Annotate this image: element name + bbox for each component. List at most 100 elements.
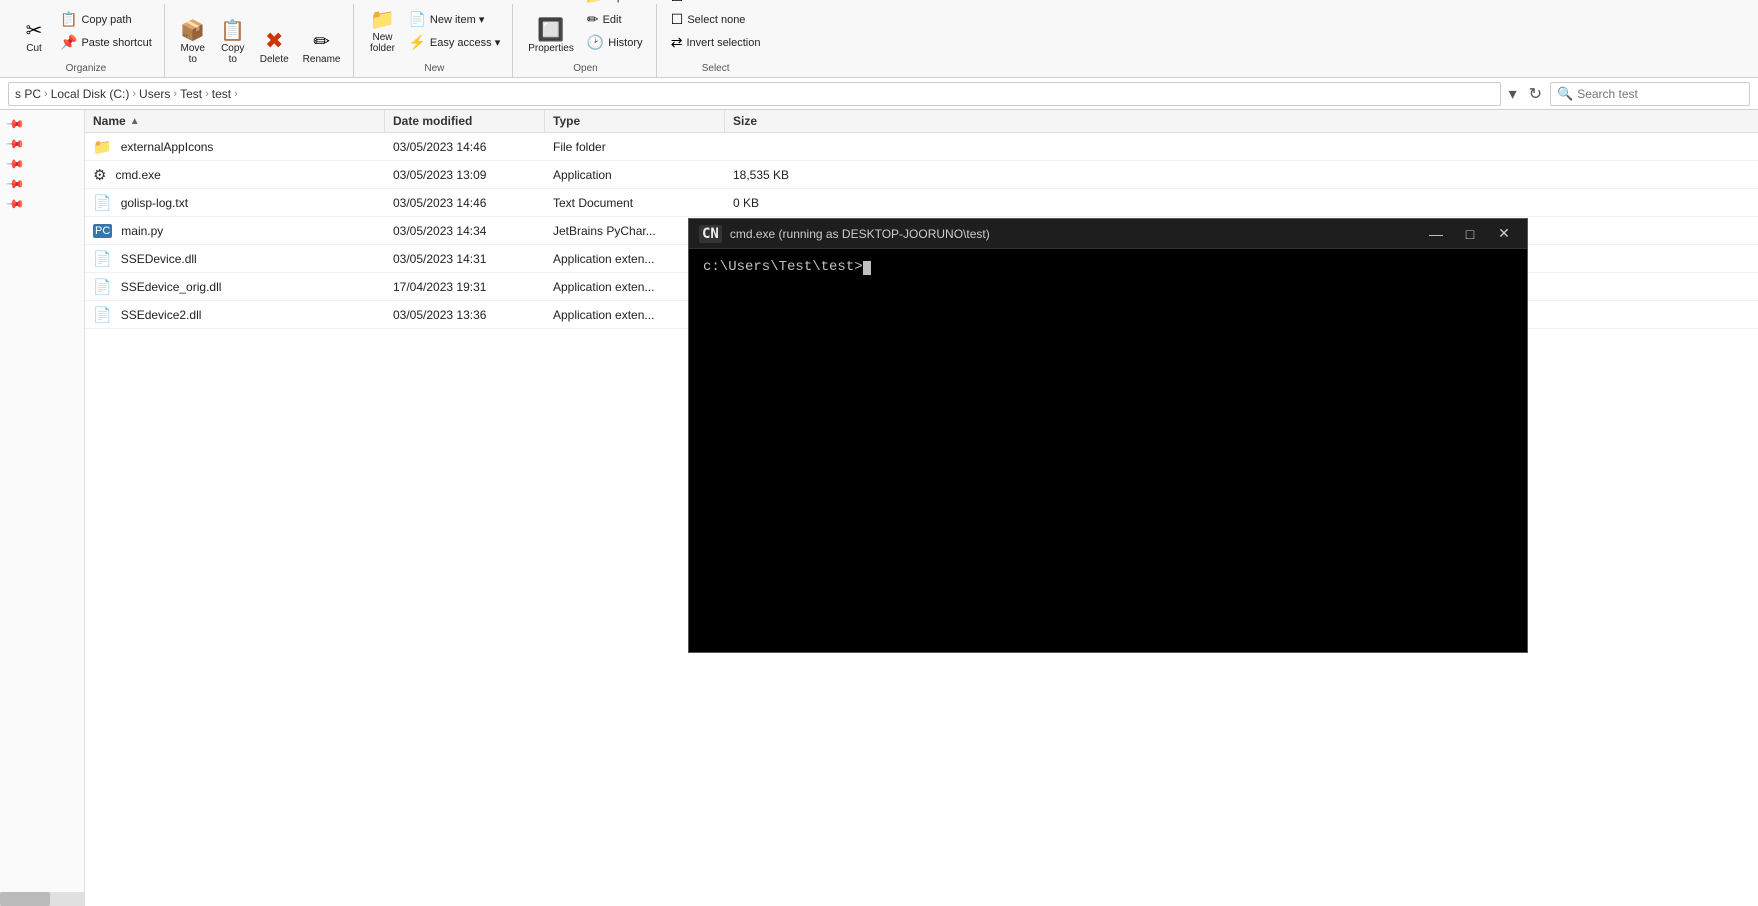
search-box[interactable]: 🔍 — [1550, 82, 1750, 106]
move-to-label: Moveto — [181, 43, 205, 65]
select-none-icon: ☐ — [671, 11, 684, 28]
move-to-icon: 📦 — [180, 21, 205, 41]
dll-icon-ssedevice-orig: 📄 — [93, 278, 112, 296]
easy-access-label: Easy access ▾ — [430, 36, 500, 49]
pin-icon-5: 📌 — [5, 194, 25, 214]
sort-arrow-name: ▲ — [130, 116, 140, 127]
file-name-externalAppIcons: 📁 externalAppIcons — [85, 136, 385, 158]
move-to-button[interactable]: 📦 Moveto — [175, 18, 211, 68]
search-input[interactable] — [1577, 87, 1743, 101]
nav-pin-3[interactable]: 📌 — [0, 154, 84, 174]
pin-icon-2: 📌 — [5, 134, 25, 154]
copy-path-icon: 📋 — [60, 11, 77, 28]
copy-to-button[interactable]: 📋 Copyto — [215, 18, 251, 68]
cut-button[interactable]: ✂ Cut — [16, 18, 52, 57]
nav-scrollbar-thumb[interactable] — [0, 892, 50, 906]
nav-scrollbar-track[interactable] — [0, 892, 85, 906]
file-date-ssedevice-orig: 17/04/2023 19:31 — [385, 278, 545, 296]
delete-label: Delete — [260, 54, 289, 65]
edit-icon: ✏ — [587, 11, 599, 28]
select-all-button[interactable]: ☑ Select all — [667, 0, 765, 7]
cmd-close-button[interactable]: ✕ — [1491, 224, 1517, 244]
pin-icon-1: 📌 — [5, 114, 25, 134]
file-row-golisp[interactable]: 📄 golisp-log.txt 03/05/2023 14:46 Text D… — [85, 189, 1758, 217]
breadcrumb-test2: test — [212, 87, 231, 101]
search-icon: 🔍 — [1557, 86, 1573, 102]
file-row-externalAppIcons[interactable]: 📁 externalAppIcons 03/05/2023 14:46 File… — [85, 133, 1758, 161]
history-button[interactable]: 🕑 History — [583, 32, 648, 53]
column-name[interactable]: Name ▲ — [85, 110, 385, 132]
dll-icon-ssedevice2: 📄 — [93, 306, 112, 324]
dll-icon-ssedevice: 📄 — [93, 250, 112, 268]
pin-icon-4: 📌 — [5, 174, 25, 194]
breadcrumb[interactable]: s PC › Local Disk (C:) › Users › Test › … — [8, 82, 1501, 106]
nav-pin-4[interactable]: 📌 — [0, 174, 84, 194]
breadcrumb-pc: s PC — [15, 87, 41, 101]
new-small-col: 📄 New item ▾ ⚡ Easy access ▾ — [404, 9, 504, 57]
address-icons: ▾ ↻ — [1505, 82, 1546, 106]
copy-path-button[interactable]: 📋 Copy path — [56, 9, 156, 30]
file-name-cmd: ⚙ cmd.exe — [85, 164, 385, 186]
file-row-cmd[interactable]: ⚙ cmd.exe 03/05/2023 13:09 Application 1… — [85, 161, 1758, 189]
cmd-minimize-button[interactable]: — — [1423, 224, 1449, 244]
new-folder-button[interactable]: 📁 Newfolder — [364, 7, 400, 57]
cut-icon: ✂ — [26, 21, 43, 41]
ribbon-group-edit: 📦 Moveto 📋 Copyto ✖ Delete ✏ Rename — [167, 4, 355, 77]
copy-to-label: Copyto — [221, 43, 244, 65]
column-type[interactable]: Type — [545, 110, 725, 132]
cmd-restore-button[interactable]: □ — [1457, 224, 1483, 244]
nav-pin-1[interactable]: 📌 — [0, 114, 84, 134]
column-date-label: Date modified — [393, 114, 472, 128]
file-name-golisp: 📄 golisp-log.txt — [85, 192, 385, 214]
dropdown-arrow-button[interactable]: ▾ — [1505, 82, 1521, 106]
invert-selection-icon: ⇄ — [671, 34, 683, 51]
clipboard-small-col: 📋 Copy path 📌 Paste shortcut — [56, 9, 156, 57]
file-date-externalAppIcons: 03/05/2023 14:46 — [385, 138, 545, 156]
nav-pin-2[interactable]: 📌 — [0, 134, 84, 154]
cmd-content[interactable]: c:\Users\Test\test> — [689, 249, 1527, 652]
cut-label: Cut — [26, 43, 42, 54]
select-none-button[interactable]: ☐ Select none — [667, 9, 765, 30]
easy-access-button[interactable]: ⚡ Easy access ▾ — [404, 32, 504, 53]
cmd-prompt-text: c:\Users\Test\test> — [703, 259, 863, 275]
open-small-col: 📂 Open ▾ ✏ Edit 🕑 History — [583, 0, 648, 57]
new-item-label: New item ▾ — [430, 13, 484, 26]
delete-button[interactable]: ✖ Delete — [255, 27, 294, 68]
column-name-label: Name — [93, 114, 126, 128]
properties-button[interactable]: 🔲 Properties — [523, 16, 579, 57]
file-size-cmd: 18,535 KB — [725, 166, 825, 184]
open-button[interactable]: 📂 Open ▾ — [583, 0, 648, 7]
select-group-label: Select — [702, 63, 730, 77]
delete-icon: ✖ — [265, 30, 283, 52]
rename-button[interactable]: ✏ Rename — [298, 29, 346, 68]
copy-path-label: Copy path — [81, 14, 131, 26]
file-date-golisp: 03/05/2023 14:46 — [385, 194, 545, 212]
new-folder-icon: 📁 — [370, 10, 395, 30]
rename-label: Rename — [303, 54, 341, 65]
edit-button[interactable]: ✏ Edit — [583, 9, 648, 30]
refresh-button[interactable]: ↻ — [1525, 82, 1546, 106]
file-date-cmd: 03/05/2023 13:09 — [385, 166, 545, 184]
new-item-button[interactable]: 📄 New item ▾ — [404, 9, 504, 30]
file-type-externalAppIcons: File folder — [545, 138, 725, 156]
pin-icon-3: 📌 — [5, 154, 25, 174]
file-date-ssedevice: 03/05/2023 14:31 — [385, 250, 545, 268]
paste-shortcut-label: Paste shortcut — [81, 37, 151, 49]
history-label: History — [608, 37, 642, 49]
ribbon-group-select: ☑ Select all ☐ Select none ⇄ Invert sele… — [659, 4, 773, 77]
ribbon-select-buttons: ☑ Select all ☐ Select none ⇄ Invert sele… — [667, 0, 765, 61]
cmd-window-title: cmd.exe (running as DESKTOP-JOORUNO\test… — [730, 227, 1415, 241]
select-all-label: Select all — [687, 0, 732, 3]
ribbon-edit-buttons: 📦 Moveto 📋 Copyto ✖ Delete ✏ Rename — [175, 4, 346, 72]
column-size[interactable]: Size — [725, 110, 825, 132]
rename-icon: ✏ — [313, 32, 330, 52]
breadcrumb-test1: Test — [180, 87, 202, 101]
nav-pin-5[interactable]: 📌 — [0, 194, 84, 214]
file-name-ssedevice2: 📄 SSEdevice2.dll — [85, 304, 385, 326]
file-size-golisp: 0 KB — [725, 194, 825, 212]
column-date[interactable]: Date modified — [385, 110, 545, 132]
py-icon-mainpy: PC — [93, 224, 112, 238]
paste-shortcut-button[interactable]: 📌 Paste shortcut — [56, 32, 156, 53]
invert-selection-button[interactable]: ⇄ Invert selection — [667, 32, 765, 53]
cmd-cursor — [863, 261, 871, 275]
